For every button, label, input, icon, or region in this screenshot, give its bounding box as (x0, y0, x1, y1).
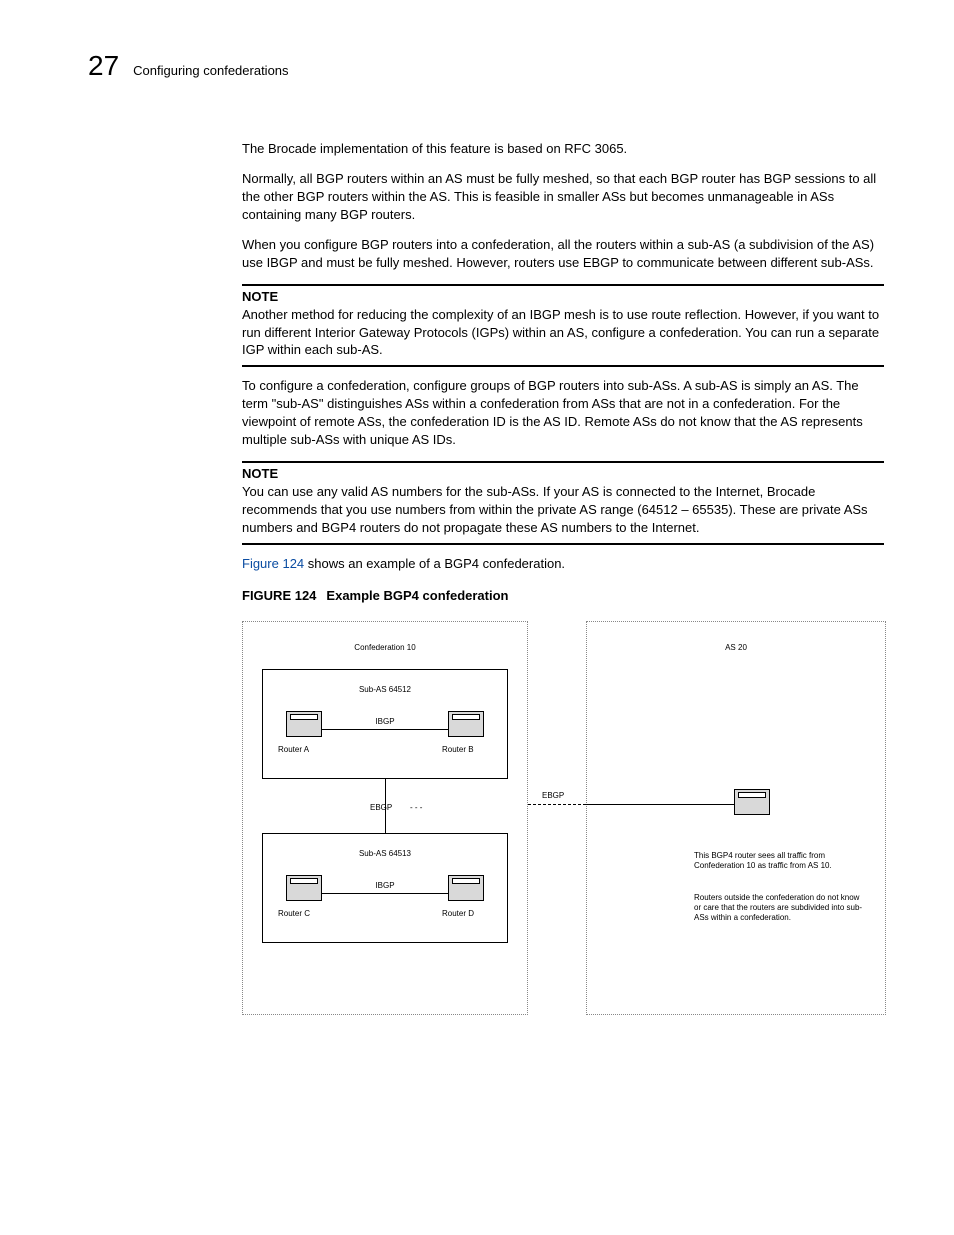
divider (242, 365, 884, 367)
ebgp-label: EBGP (542, 791, 564, 800)
paragraph: The Brocade implementation of this featu… (242, 140, 884, 158)
page-content: The Brocade implementation of this featu… (242, 140, 884, 1021)
paragraph: Normally, all BGP routers within an AS m… (242, 170, 884, 224)
figure-reference-link[interactable]: Figure 124 (242, 556, 304, 571)
router-a-label: Router A (278, 745, 309, 754)
paragraph: Figure 124 shows an example of a BGP4 co… (242, 555, 884, 573)
divider (242, 461, 884, 463)
connection-dashed-line (528, 804, 586, 805)
section-title: Configuring confederations (133, 63, 288, 78)
divider (242, 543, 884, 545)
ebgp-label: EBGP (370, 803, 392, 812)
router-d-label: Router D (442, 909, 474, 918)
connection-line (322, 893, 448, 894)
router-icon (286, 875, 322, 901)
paragraph: When you configure BGP routers into a co… (242, 236, 884, 272)
as20-title: AS 20 (586, 643, 886, 652)
router-icon (734, 789, 770, 815)
sub-as-2-label: Sub-AS 64513 (262, 849, 508, 858)
text: shows an example of a BGP4 confederation… (304, 556, 565, 571)
router-icon (286, 711, 322, 737)
as20-box (586, 621, 886, 1015)
figure-caption: FIGURE 124 Example BGP4 confederation (242, 587, 884, 605)
router-icon (448, 711, 484, 737)
page-header: 27 Configuring confederations (88, 50, 884, 82)
router-b-label: Router B (442, 745, 474, 754)
connection-line (322, 729, 448, 730)
figure-note-1: This BGP4 router sees all traffic from C… (694, 851, 864, 871)
confederation-title: Confederation 10 (242, 643, 528, 652)
page: 27 Configuring confederations The Brocad… (0, 0, 954, 1235)
note-body: Another method for reducing the complexi… (242, 306, 884, 360)
sub-as-1-label: Sub-AS 64512 (262, 685, 508, 694)
divider (242, 284, 884, 286)
note-body: You can use any valid AS numbers for the… (242, 483, 884, 537)
connection-line (586, 804, 734, 805)
figure-number: FIGURE 124 (242, 588, 316, 603)
dash-decoration: - - - (410, 803, 422, 812)
figure-note-2: Routers outside the confederation do not… (694, 893, 864, 923)
page-number: 27 (88, 50, 119, 82)
figure-title: Example BGP4 confederation (326, 588, 508, 603)
router-c-label: Router C (278, 909, 310, 918)
router-icon (448, 875, 484, 901)
note-label: NOTE (242, 288, 884, 306)
paragraph: To configure a confederation, configure … (242, 377, 884, 449)
note-label: NOTE (242, 465, 884, 483)
figure-diagram: Confederation 10 AS 20 Sub-AS 64512 IBGP… (242, 621, 892, 1021)
